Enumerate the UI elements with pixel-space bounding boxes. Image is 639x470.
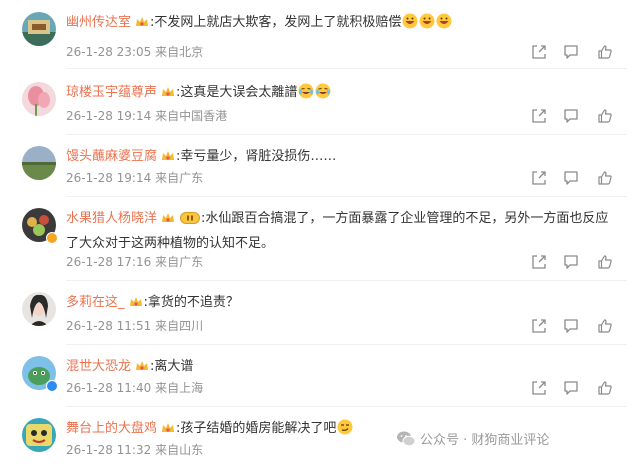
grin-emoji	[419, 13, 435, 29]
cry-laugh-emoji	[315, 83, 331, 99]
vip-level-badge-icon	[180, 211, 201, 233]
avatar[interactable]	[22, 418, 56, 452]
crown-badge-icon	[129, 295, 143, 317]
comment-date: 26-1-28 11:51	[66, 319, 152, 333]
comment-icon[interactable]	[563, 318, 579, 334]
divider	[66, 134, 627, 135]
grin-emoji	[402, 13, 418, 29]
share-icon[interactable]	[531, 108, 547, 124]
username[interactable]: 幽州传达室	[66, 15, 131, 30]
divider	[66, 280, 627, 281]
crown-badge-icon	[161, 149, 175, 171]
comment-location: 来自上海	[155, 381, 204, 395]
like-icon[interactable]	[597, 318, 613, 334]
share-icon[interactable]	[531, 254, 547, 270]
comment-text: 这真是大误会太離譜	[180, 85, 298, 100]
grin-emoji	[436, 13, 452, 29]
avatar[interactable]	[22, 12, 56, 46]
comment-location: 来自四川	[155, 319, 204, 333]
comment-icon[interactable]	[563, 380, 579, 396]
like-icon[interactable]	[597, 380, 613, 396]
avatar[interactable]	[22, 292, 56, 326]
crown-badge-icon	[135, 359, 149, 381]
comment-date: 26-1-28 19:14	[66, 171, 152, 185]
username[interactable]: 混世大恐龙	[66, 359, 131, 374]
comment-text: 离大谱	[154, 359, 194, 374]
like-icon[interactable]	[597, 44, 613, 60]
comment-meta: 26-1-28 23:05 来自北京	[66, 44, 203, 60]
username[interactable]: 琼楼玉宇蕴尊声	[66, 85, 157, 100]
username[interactable]: 舞台上的大盘鸡	[66, 421, 157, 436]
comment-icon[interactable]	[563, 254, 579, 270]
divider	[66, 196, 627, 197]
comment-location: 来自北京	[155, 45, 204, 59]
comment-actions	[531, 380, 627, 396]
comment-location: 来自中国香港	[155, 109, 228, 123]
comment-text: 不发网上就店大欺客，发网上了就积极赔偿	[154, 15, 402, 30]
like-icon[interactable]	[597, 170, 613, 186]
comment-icon[interactable]	[563, 108, 579, 124]
comment-meta: 26-1-28 19:14 来自中国香港	[66, 108, 227, 124]
smirk-emoji	[337, 419, 353, 435]
comment-text: 幸亏量少，肾脏没损伤……	[180, 149, 337, 164]
comment-text: 孩子结婚的婚房能解决了吧	[180, 421, 337, 436]
comment-location: 来自广东	[155, 171, 204, 185]
comment-actions	[531, 44, 627, 60]
crown-badge-icon	[161, 211, 175, 233]
username[interactable]: 水果猎人杨晓洋	[66, 211, 157, 226]
crown-badge-icon	[161, 421, 175, 443]
wechat-icon	[396, 430, 416, 448]
crown-badge-icon	[161, 85, 175, 107]
share-icon[interactable]	[531, 170, 547, 186]
comment-date: 26-1-28 11:32	[66, 443, 152, 457]
divider	[66, 406, 627, 407]
comment-location: 来自山东	[155, 443, 204, 457]
comment-meta: 26-1-28 17:16 来自广东	[66, 254, 203, 270]
comment-meta: 26-1-28 11:40 来自上海	[66, 380, 203, 396]
avatar[interactable]	[22, 82, 56, 116]
comment-actions	[531, 170, 627, 186]
comment-date: 26-1-28 11:40	[66, 381, 152, 395]
divider	[66, 344, 627, 345]
like-icon[interactable]	[597, 254, 613, 270]
divider	[66, 68, 627, 69]
like-icon[interactable]	[597, 108, 613, 124]
comment-list: 幽州传达室:不发网上就店大欺客，发网上了就积极赔偿 26-1-28 23:05 …	[0, 0, 639, 470]
share-icon[interactable]	[531, 318, 547, 334]
comment-actions	[531, 108, 627, 124]
crown-badge-icon	[135, 15, 149, 37]
comment-location: 来自广东	[155, 255, 204, 269]
comment-date: 26-1-28 19:14	[66, 109, 152, 123]
comment-actions	[531, 254, 627, 270]
comment-date: 26-1-28 17:16	[66, 255, 152, 269]
comment-icon[interactable]	[563, 170, 579, 186]
watermark-text: 公众号 · 财狗商业评论	[420, 433, 550, 448]
comment-actions	[531, 318, 627, 334]
watermark: 公众号 · 财狗商业评论	[396, 430, 549, 452]
verified-badge-icon	[46, 380, 58, 392]
verified-badge-icon	[46, 232, 58, 244]
comment-date: 26-1-28 23:05	[66, 45, 152, 59]
comment-text: 拿货的不追责？	[147, 295, 239, 310]
share-icon[interactable]	[531, 380, 547, 396]
username[interactable]: 多莉在这_	[66, 295, 125, 310]
cry-laugh-emoji	[298, 83, 314, 99]
comment-meta: 26-1-28 11:51 来自四川	[66, 318, 203, 334]
avatar[interactable]	[22, 146, 56, 180]
comment-icon[interactable]	[563, 44, 579, 60]
comment-meta: 26-1-28 11:32 来自山东	[66, 442, 203, 458]
comment-meta: 26-1-28 19:14 来自广东	[66, 170, 203, 186]
share-icon[interactable]	[531, 44, 547, 60]
username[interactable]: 馒头蘸麻婆豆腐	[66, 149, 157, 164]
